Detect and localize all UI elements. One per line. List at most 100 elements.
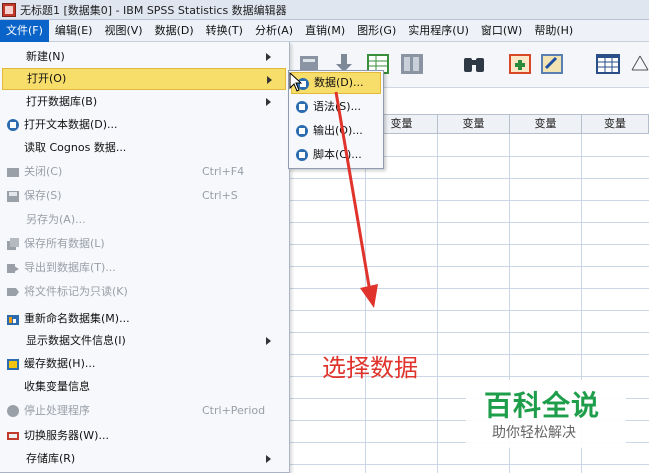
column-header[interactable]: 变量 — [509, 114, 582, 134]
grid-row-line — [288, 266, 649, 267]
syntax-file-icon — [296, 101, 308, 113]
menu-item-switch-server[interactable]: 切换服务器(W)... — [2, 425, 286, 447]
menu-item-save-all-data[interactable]: 保存所有数据(L) — [2, 233, 286, 255]
find-icon[interactable] — [460, 50, 488, 78]
watermark-title: 百科全说 — [484, 389, 601, 422]
submenu-item-output[interactable]: 输出(O)... — [291, 120, 381, 142]
grid-row-line — [288, 332, 649, 333]
menu-transform[interactable]: 转换(T) — [200, 20, 249, 42]
menu-item-stop-processor[interactable]: 停止处理程序 Ctrl+Period — [2, 400, 286, 422]
menu-item-mark-read-only[interactable]: 将文件标记为只读(K) — [2, 281, 286, 303]
grid-row-line — [288, 222, 649, 223]
read-only-icon — [7, 288, 19, 296]
menu-item-label: 导出到数据库(T)... — [24, 261, 116, 274]
annotation-text: 选择数据 — [322, 354, 418, 382]
menu-item-rename-dataset[interactable]: 重新命名数据集(M)... — [2, 308, 286, 330]
grid-column-line — [437, 134, 438, 473]
menu-item-label: 关闭(C) — [24, 165, 63, 178]
file-menu-dropdown: 新建(N) 打开(O) 打开数据库(B) 打开文本数据(D)... 读取 Cog… — [0, 42, 290, 473]
save-icon — [7, 191, 19, 202]
insert-variable-icon[interactable] — [538, 50, 566, 78]
submenu-arrow-icon — [266, 53, 271, 61]
menu-bar: 文件(F) 编辑(E) 视图(V) 数据(D) 转换(T) 分析(A) 直销(M… — [0, 19, 649, 42]
menu-direct-marketing[interactable]: 直销(M) — [299, 20, 351, 42]
menu-file[interactable]: 文件(F) — [0, 19, 49, 42]
grid-row-line — [288, 244, 649, 245]
menu-item-label: 另存为(A)... — [26, 213, 86, 226]
submenu-item-label: 语法(S)... — [313, 100, 362, 113]
menu-item-save-as[interactable]: 另存为(A)... — [2, 209, 286, 231]
submenu-item-label: 数据(D)... — [314, 76, 364, 89]
grid-row-line — [288, 464, 649, 465]
output-file-icon — [296, 125, 308, 137]
save-all-icon — [7, 238, 19, 250]
menu-view[interactable]: 视图(V) — [98, 20, 148, 42]
column-header[interactable]: 变量 — [581, 114, 649, 134]
switch-server-icon — [7, 432, 19, 440]
menu-item-label: 读取 Cognos 数据... — [24, 141, 127, 154]
menu-item-save[interactable]: 保存(S) Ctrl+S — [2, 185, 286, 207]
menu-graphs[interactable]: 图形(G) — [351, 20, 402, 42]
menu-item-label: 新建(N) — [26, 50, 65, 63]
menu-item-read-cognos[interactable]: 读取 Cognos 数据... — [2, 137, 286, 159]
title-bar: 无标题1 [数据集0] - IBM SPSS Statistics 数据编辑器 — [0, 0, 649, 20]
grid-column-line — [365, 134, 366, 473]
menu-data[interactable]: 数据(D) — [149, 20, 200, 42]
submenu-arrow-icon — [266, 337, 271, 345]
submenu-item-label: 脚本(C)... — [313, 148, 362, 161]
menu-edit[interactable]: 编辑(E) — [49, 20, 99, 42]
menu-item-new[interactable]: 新建(N) — [2, 46, 286, 68]
text-data-icon — [7, 119, 19, 131]
insert-cases-icon[interactable] — [506, 50, 534, 78]
export-database-icon — [7, 264, 19, 273]
grid-row-line — [288, 178, 649, 179]
menu-item-collect-variable-info[interactable]: 收集变量信息 — [2, 376, 286, 398]
menu-analyze[interactable]: 分析(A) — [249, 20, 299, 42]
menu-utilities[interactable]: 实用程序(U) — [402, 20, 475, 42]
menu-item-open[interactable]: 打开(O) — [2, 68, 286, 90]
menu-item-label: 停止处理程序 — [24, 404, 90, 417]
submenu-item-script[interactable]: 脚本(C)... — [291, 144, 381, 166]
close-file-icon — [7, 168, 19, 177]
menu-item-label: 保存所有数据(L) — [24, 237, 105, 250]
menu-item-repository[interactable]: 存储库(R) — [2, 448, 286, 470]
menu-item-shortcut: Ctrl+S — [202, 189, 238, 202]
grid-row-line — [288, 288, 649, 289]
menu-item-label: 重新命名数据集(M)... — [24, 312, 130, 325]
stop-icon — [7, 405, 19, 417]
menu-item-open-database[interactable]: 打开数据库(B) — [2, 91, 286, 113]
menu-item-label: 缓存数据(H)... — [24, 357, 96, 370]
watermark-subtitle: 助你轻松解决 — [492, 425, 576, 441]
script-file-icon — [296, 149, 308, 161]
menu-window[interactable]: 窗口(W) — [475, 20, 528, 42]
menu-item-display-file-info[interactable]: 显示数据文件信息(I) — [2, 330, 286, 352]
spss-app-icon — [2, 2, 16, 17]
menu-item-cache-data[interactable]: 缓存数据(H)... — [2, 353, 286, 375]
submenu-item-data[interactable]: 数据(D)... — [291, 72, 381, 94]
weight-cases-icon[interactable] — [628, 50, 649, 78]
menu-item-label: 切换服务器(W)... — [24, 429, 109, 442]
menu-item-label: 保存(S) — [24, 189, 62, 202]
split-file-icon[interactable] — [594, 50, 622, 78]
goto-variable-icon[interactable] — [398, 50, 426, 78]
submenu-item-label: 输出(O)... — [313, 124, 363, 137]
menu-item-label: 收集变量信息 — [24, 380, 90, 393]
rename-dataset-icon — [7, 315, 19, 325]
menu-item-open-text-data[interactable]: 打开文本数据(D)... — [2, 114, 286, 136]
window-title: 无标题1 [数据集0] - IBM SPSS Statistics 数据编辑器 — [20, 3, 287, 17]
column-header[interactable]: 变量 — [437, 114, 510, 134]
menu-help[interactable]: 帮助(H) — [528, 20, 579, 42]
menu-item-label: 打开数据库(B) — [26, 95, 98, 108]
grid-row-line — [288, 200, 649, 201]
menu-item-label: 打开(O) — [27, 72, 67, 85]
menu-item-label: 打开文本数据(D)... — [24, 118, 118, 131]
menu-item-close[interactable]: 关闭(C) Ctrl+F4 — [2, 161, 286, 183]
menu-item-label: 存储库(R) — [26, 452, 76, 465]
menu-item-shortcut: Ctrl+F4 — [202, 165, 245, 178]
submenu-arrow-icon — [266, 455, 271, 463]
menu-item-export-to-database[interactable]: 导出到数据库(T)... — [2, 257, 286, 279]
submenu-item-syntax[interactable]: 语法(S)... — [291, 96, 381, 118]
cache-data-icon — [7, 359, 19, 370]
mouse-cursor-icon — [289, 72, 303, 92]
menu-item-shortcut: Ctrl+Period — [202, 404, 266, 417]
